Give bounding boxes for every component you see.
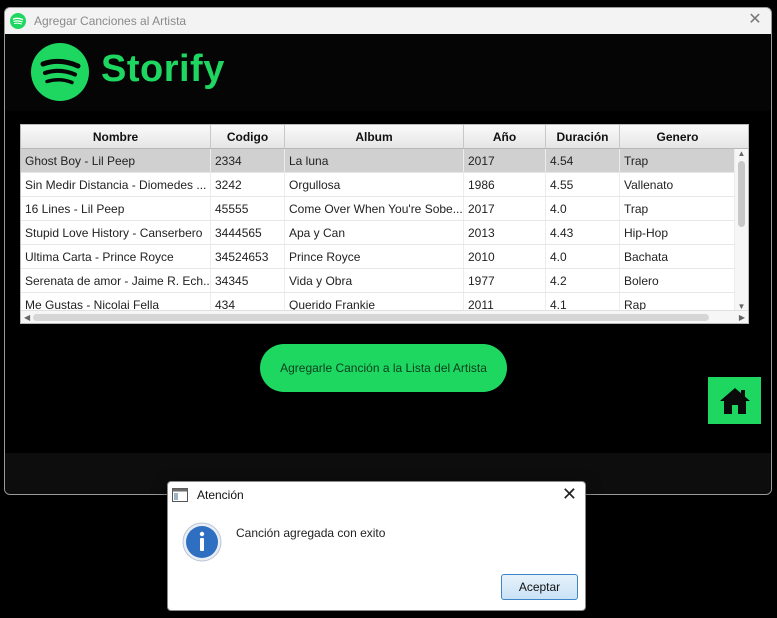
table-row[interactable]: Ghost Boy - Lil Peep 2334 La luna 2017 4.54 T… bbox=[21, 149, 735, 173]
table-row[interactable]: Sin Medir Distancia - Diomedes ... 3242 Or… bbox=[21, 173, 735, 197]
table-cell-ano: 1986 bbox=[464, 173, 546, 196]
table-cell-nombre: 16 Lines - Lil Peep bbox=[21, 197, 211, 220]
table-row[interactable]: Serenata de amor - Jaime R. Ech... 34345 V… bbox=[21, 269, 735, 293]
scroll-right-icon[interactable]: ▶ bbox=[739, 311, 745, 323]
table-cell-duracion: 4.2 bbox=[546, 269, 620, 292]
table-cell-codigo: 3242 bbox=[211, 173, 285, 196]
column-header-codigo[interactable]: Codigo bbox=[211, 125, 285, 148]
table-cell-nombre: Stupid Love History - Canserbero bbox=[21, 221, 211, 244]
window-icon bbox=[172, 488, 188, 502]
close-icon[interactable]: ✕ bbox=[562, 485, 577, 503]
table-cell-ano: 2010 bbox=[464, 245, 546, 268]
table-cell-duracion: 4.55 bbox=[546, 173, 620, 196]
brand-name: Storify bbox=[101, 48, 225, 90]
scroll-up-icon[interactable]: ▲ bbox=[735, 149, 748, 158]
column-header-ano[interactable]: Año bbox=[464, 125, 546, 148]
table-body: Ghost Boy - Lil Peep 2334 La luna 2017 4.54 T… bbox=[21, 149, 735, 311]
table-cell-ano: 2011 bbox=[464, 293, 546, 311]
column-header-duracion[interactable]: Duración bbox=[546, 125, 620, 148]
spotify-logo-icon bbox=[31, 43, 89, 101]
accept-button[interactable]: Aceptar bbox=[501, 574, 578, 600]
table-cell-genero: Bachata bbox=[620, 245, 735, 268]
table-cell-ano: 1977 bbox=[464, 269, 546, 292]
table-cell-genero: Bolero bbox=[620, 269, 735, 292]
horizontal-scrollbar[interactable]: ◀ ▶ bbox=[21, 310, 748, 323]
table-cell-genero: Trap bbox=[620, 149, 735, 172]
dialog-title-bar: Atención ✕ bbox=[168, 482, 585, 508]
table-cell-duracion: 4.1 bbox=[546, 293, 620, 311]
vertical-scrollbar[interactable]: ▲ ▼ bbox=[735, 149, 748, 311]
spotify-icon bbox=[10, 13, 26, 29]
table-cell-codigo: 34345 bbox=[211, 269, 285, 292]
vertical-scroll-thumb[interactable] bbox=[738, 161, 745, 227]
table-cell-genero: Trap bbox=[620, 197, 735, 220]
table-cell-codigo: 434 bbox=[211, 293, 285, 311]
horizontal-scroll-thumb[interactable] bbox=[33, 314, 709, 321]
dialog-title: Atención bbox=[197, 488, 244, 502]
table-cell-album: Vida y Obra bbox=[285, 269, 464, 292]
alert-dialog: Atención ✕ Canción agregada con exito Ac… bbox=[167, 481, 586, 611]
dialog-message: Canción agregada con exito bbox=[236, 526, 386, 540]
table-cell-ano: 2013 bbox=[464, 221, 546, 244]
table-cell-duracion: 4.0 bbox=[546, 245, 620, 268]
main-window: Agregar Canciones al Artista ✕ Storify N… bbox=[4, 7, 772, 495]
table-cell-album: Querido Frankie bbox=[285, 293, 464, 311]
table-cell-duracion: 4.54 bbox=[546, 149, 620, 172]
songs-table[interactable]: Nombre Codigo Album Año Duración Genero … bbox=[20, 124, 749, 324]
table-cell-nombre: Me Gustas - Nicolai Fella bbox=[21, 293, 211, 311]
scroll-left-icon[interactable]: ◀ bbox=[24, 311, 30, 323]
table-row[interactable]: Ultima Carta - Prince Royce 34524653 Princ… bbox=[21, 245, 735, 269]
table-cell-nombre: Ghost Boy - Lil Peep bbox=[21, 149, 211, 172]
table-row[interactable]: Me Gustas - Nicolai Fella 434 Querido Fran… bbox=[21, 293, 735, 311]
table-cell-album: Come Over When You're Sobe... bbox=[285, 197, 464, 220]
column-header-nombre[interactable]: Nombre bbox=[21, 125, 211, 148]
table-cell-duracion: 4.0 bbox=[546, 197, 620, 220]
add-song-button[interactable]: Agregarle Canción a la Lista del Artista bbox=[260, 344, 507, 392]
column-header-genero[interactable]: Genero bbox=[620, 125, 735, 148]
column-header-album[interactable]: Album bbox=[285, 125, 464, 148]
table-cell-nombre: Ultima Carta - Prince Royce bbox=[21, 245, 211, 268]
table-cell-genero: Rap bbox=[620, 293, 735, 311]
table-cell-ano: 2017 bbox=[464, 149, 546, 172]
table-row[interactable]: Stupid Love History - Canserbero 3444565 A… bbox=[21, 221, 735, 245]
home-icon bbox=[719, 387, 750, 414]
table-cell-album: La luna bbox=[285, 149, 464, 172]
table-cell-duracion: 4.43 bbox=[546, 221, 620, 244]
table-header: Nombre Codigo Album Año Duración Genero bbox=[21, 125, 748, 149]
table-row[interactable]: 16 Lines - Lil Peep 45555 Come Over When Y… bbox=[21, 197, 735, 221]
table-cell-codigo: 3444565 bbox=[211, 221, 285, 244]
close-icon[interactable]: ✕ bbox=[747, 12, 763, 28]
table-cell-genero: Hip-Hop bbox=[620, 221, 735, 244]
table-cell-album: Prince Royce bbox=[285, 245, 464, 268]
table-cell-nombre: Sin Medir Distancia - Diomedes ... bbox=[21, 173, 211, 196]
table-cell-codigo: 2334 bbox=[211, 149, 285, 172]
window-content: Storify Nombre Codigo Album Año Duración… bbox=[5, 34, 771, 494]
title-bar: Agregar Canciones al Artista ✕ bbox=[5, 8, 771, 34]
home-button[interactable] bbox=[708, 377, 761, 424]
table-cell-ano: 2017 bbox=[464, 197, 546, 220]
table-cell-album: Apa y Can bbox=[285, 221, 464, 244]
table-cell-album: Orgullosa bbox=[285, 173, 464, 196]
table-cell-codigo: 34524653 bbox=[211, 245, 285, 268]
table-cell-genero: Vallenato bbox=[620, 173, 735, 196]
table-cell-nombre: Serenata de amor - Jaime R. Ech... bbox=[21, 269, 211, 292]
table-cell-codigo: 45555 bbox=[211, 197, 285, 220]
window-title: Agregar Canciones al Artista bbox=[34, 14, 187, 28]
info-icon bbox=[182, 522, 222, 562]
header: Storify bbox=[5, 34, 771, 111]
